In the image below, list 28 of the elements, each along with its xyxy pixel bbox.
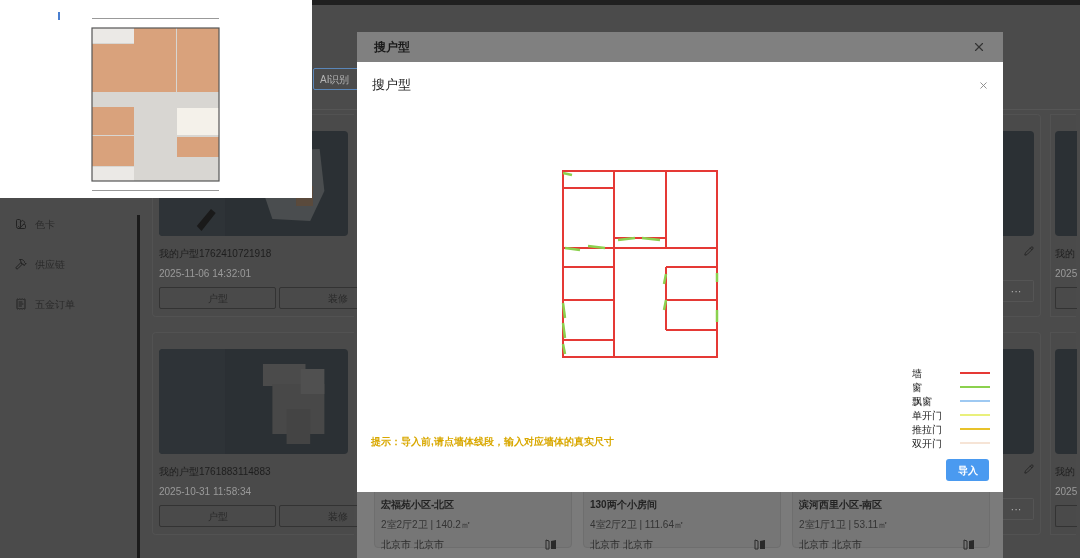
close-button[interactable] [972, 40, 986, 54]
card-date: 2025 [1055, 267, 1076, 281]
swatch-icon [15, 218, 27, 230]
close-button[interactable] [977, 79, 989, 91]
legend-label: 墙 [912, 366, 922, 381]
house-name: 130两个小房间 [590, 498, 658, 512]
door-icon [963, 539, 975, 550]
edit-icon[interactable] [1024, 246, 1034, 256]
hammer-icon [15, 258, 27, 270]
card-date: 2025-11-06 14:32:01 [159, 267, 253, 281]
card-button[interactable] [1055, 287, 1077, 309]
legend-label: 飘窗 [912, 394, 932, 409]
card-date: 2025 [1055, 485, 1076, 499]
legend-label: 双开门 [912, 436, 942, 451]
house-name: 滨河西里小区-南区 [799, 498, 884, 512]
door-icon [754, 539, 766, 550]
edit-icon[interactable] [1024, 464, 1034, 474]
card-date: 2025-10-31 11:58:34 [159, 485, 253, 499]
tip-text: 提示：导入前,请点墙体线段，输入对应墙体的真实尺寸 [371, 435, 614, 449]
document-icon [15, 298, 27, 310]
floor-plan-drawing[interactable] [560, 168, 720, 360]
card-button[interactable] [1055, 505, 1077, 527]
import-button[interactable]: 导入 [946, 459, 989, 481]
door-icon [545, 539, 557, 550]
legend-label: 推拉门 [912, 422, 942, 437]
legend-label: 窗 [912, 380, 922, 395]
legend-label: 单开门 [912, 408, 942, 423]
dialog-title: 搜户型 [374, 39, 410, 56]
